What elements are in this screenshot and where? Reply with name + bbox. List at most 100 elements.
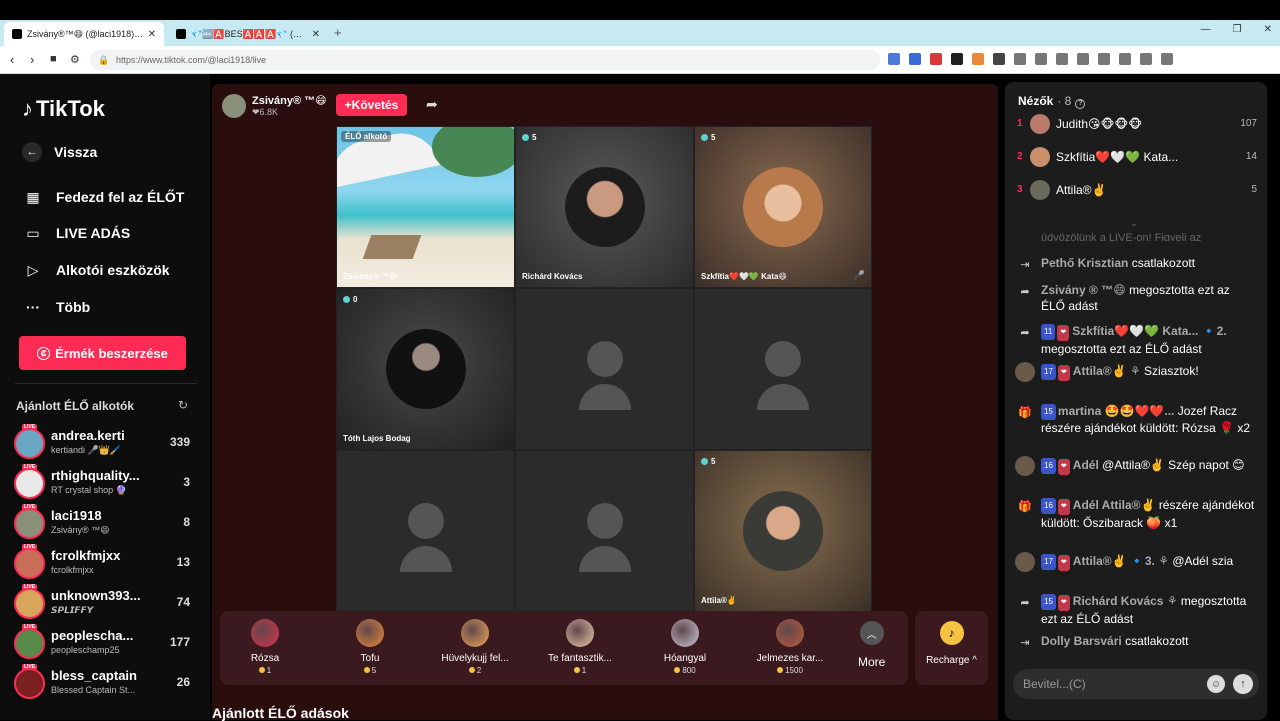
refresh-icon[interactable]: ↻: [178, 398, 188, 412]
close-tab-icon[interactable]: ✕: [312, 29, 320, 40]
tiktok-logo[interactable]: ♪ TikTok: [22, 96, 105, 122]
collections-icon[interactable]: [1098, 53, 1110, 65]
user-avatar: [1015, 552, 1035, 572]
message-text: megosztotta ezt az ÉLŐ adást: [1041, 342, 1202, 356]
forward-arrow-icon[interactable]: ›: [30, 52, 34, 67]
extension-icon[interactable]: [930, 53, 942, 65]
media-icon[interactable]: [1056, 53, 1068, 65]
gift-price-value: 2: [476, 666, 482, 675]
guest-cell[interactable]: 5 Szkfítia❤️🤍💚 Kata😄 🎤: [694, 126, 872, 288]
tiktok-favicon-icon: [176, 29, 186, 39]
minimize-icon[interactable]: —: [1201, 24, 1211, 35]
message-username[interactable]: Adél: [1073, 458, 1099, 472]
coin-icon: ₡: [37, 346, 51, 360]
guest-name: Attila®✌️: [701, 596, 737, 605]
sidebar-icon[interactable]: [1077, 53, 1089, 65]
message-username[interactable]: martina 🤩🤩❤️❤️...: [1058, 404, 1174, 418]
extension-icon[interactable]: [993, 53, 1005, 65]
message-username[interactable]: Zsivány ® ™😄: [1041, 283, 1126, 297]
gift-price: 5: [325, 666, 415, 675]
empty-guest-slot[interactable]: [694, 288, 872, 450]
message-username[interactable]: Adél Attila®✌️: [1073, 498, 1156, 512]
creator-item[interactable]: LIVE andrea.kerti kertiandi 🎤👑🖌️ 339: [14, 424, 194, 464]
nav-explore-live[interactable]: ▦ Fedezd fel az ÉLŐT: [22, 188, 184, 206]
back-label: Vissza: [54, 144, 98, 160]
message-username[interactable]: Attila®✌️: [1073, 554, 1127, 568]
top-viewer-item[interactable]: 3 Attila®✌️ 5: [1017, 178, 1257, 202]
address-bar[interactable]: 🔒 https://www.tiktok.com/@laci1918/live: [90, 50, 880, 70]
info-icon[interactable]: ?: [1075, 99, 1086, 109]
chevron-down-icon[interactable]: ⌄: [1130, 218, 1138, 229]
empty-guest-slot[interactable]: [515, 450, 694, 612]
shield-icon[interactable]: [1140, 53, 1152, 65]
more-gifts-button[interactable]: ︿ More: [858, 621, 885, 669]
creator-item[interactable]: LIVE rthighquality... RT crystal shop 🔮 3: [14, 464, 194, 504]
guest-cell-host[interactable]: ÉLŐ alkotó Zsivány® ™😄: [336, 126, 515, 288]
close-tab-icon[interactable]: ✕: [148, 29, 156, 40]
level-badge: 11: [1041, 324, 1056, 340]
chevron-up-icon: ︿: [859, 621, 884, 645]
gift-item[interactable]: Rózsa 1: [220, 619, 310, 675]
message-username[interactable]: Szkfítia❤️🤍💚 Kata...: [1072, 324, 1198, 338]
get-coins-button[interactable]: ₡ Érmék beszerzése: [19, 336, 186, 370]
close-window-icon[interactable]: ✕: [1264, 24, 1272, 35]
chat-input[interactable]: [1023, 675, 1193, 693]
extension-icon[interactable]: [951, 53, 963, 65]
message-username[interactable]: Pethő Krisztian: [1041, 256, 1128, 270]
creator-item[interactable]: LIVE laci1918 Zsivány® ™😄 8: [14, 504, 194, 544]
favorites-icon[interactable]: [1119, 53, 1131, 65]
host-avatar[interactable]: [222, 94, 246, 118]
gift-price-value: 800: [682, 666, 696, 675]
chat-input-row: ☺ ↑: [1013, 669, 1259, 699]
puzzle-icon[interactable]: [1035, 53, 1047, 65]
guest-cell[interactable]: 5 Attila®✌️: [694, 450, 872, 612]
gift-item[interactable]: Tofu 5: [325, 619, 415, 675]
message-username[interactable]: Richárd Kovács ⚘: [1073, 594, 1178, 608]
follow-button[interactable]: +Követés: [336, 94, 407, 116]
extension-icon[interactable]: [909, 53, 921, 65]
bookmark-icon[interactable]: ■: [50, 53, 57, 65]
fan-badge: ❤: [1057, 555, 1070, 571]
guest-score-badge: 0: [343, 295, 357, 304]
host-name[interactable]: Zsivány® ™😄: [252, 94, 327, 107]
empty-guest-slot[interactable]: [336, 450, 515, 612]
back-arrow-icon[interactable]: ‹: [10, 52, 14, 67]
viewer-count: 3: [183, 475, 190, 489]
extension-icon[interactable]: [972, 53, 984, 65]
empty-guest-slot[interactable]: [515, 288, 694, 450]
nav-creator-tools[interactable]: ▷ Alkotói eszközök: [22, 261, 170, 279]
gift-item[interactable]: Jelmezes kar... 1500: [745, 619, 835, 675]
guest-cell[interactable]: 0 Tóth Lajos Bodag: [336, 288, 515, 450]
extension-icon[interactable]: [1014, 53, 1026, 65]
menu-dots-icon[interactable]: [1161, 53, 1173, 65]
gift-item[interactable]: Te fantasztik... 1: [535, 619, 625, 675]
new-tab-icon[interactable]: +: [334, 25, 342, 40]
nav-more[interactable]: ··· Több: [22, 298, 90, 316]
browser-tab-active[interactable]: Zsivány®™😄 (@laci1918) É... ✕: [4, 22, 164, 46]
browser-tab[interactable]: 💎🔤🅰️BES🅰️🅰️🅰️💎 (@csby0... ✕: [168, 22, 328, 46]
coin-icon: [363, 667, 370, 673]
nav-go-live[interactable]: ▭ LIVE ADÁS: [22, 224, 130, 242]
message-username[interactable]: Dolly Barsvári: [1041, 634, 1122, 648]
send-arrow-icon[interactable]: ↑: [1233, 674, 1253, 694]
creator-item[interactable]: LIVE bless_captain Blessed Captain St... 26: [14, 664, 194, 704]
creator-item[interactable]: LIVE fcrolkfmjxx fcrolkfmjxx 13: [14, 544, 194, 584]
guest-score-badge: 5: [701, 133, 715, 142]
message-username[interactable]: Attila®✌️ ⚘: [1073, 364, 1141, 378]
translate-icon[interactable]: [888, 53, 900, 65]
emoji-icon[interactable]: ☺: [1207, 675, 1225, 693]
creator-item[interactable]: LIVE peoplescha... peopleschamp25 177: [14, 624, 194, 664]
top-viewer-item[interactable]: 2 Szkfítia❤️🤍💚 Kata... 14: [1017, 145, 1257, 169]
creator-item[interactable]: LIVE unknown393... 𝙎𝙋𝙇𝙄𝙁𝙁𝙔 74: [14, 584, 194, 624]
guest-score-badge: 5: [522, 133, 536, 142]
gift-item[interactable]: Hóangyal 800: [640, 619, 730, 675]
top-viewer-item[interactable]: 1 Judith😘🐵🐵🐵 107: [1017, 112, 1257, 136]
recharge-button[interactable]: ♪ Recharge ^: [915, 611, 988, 685]
site-settings-icon[interactable]: ⚙: [70, 53, 80, 66]
logo-text: TikTok: [36, 96, 105, 121]
maximize-icon[interactable]: ❐: [1233, 24, 1242, 35]
share-arrow-icon[interactable]: ➦: [426, 96, 438, 113]
guest-cell[interactable]: 5 Richárd Kovács: [515, 126, 694, 288]
back-button[interactable]: ← Vissza: [22, 142, 97, 162]
gift-item[interactable]: Hüvelykujj fel... 2: [430, 619, 520, 675]
